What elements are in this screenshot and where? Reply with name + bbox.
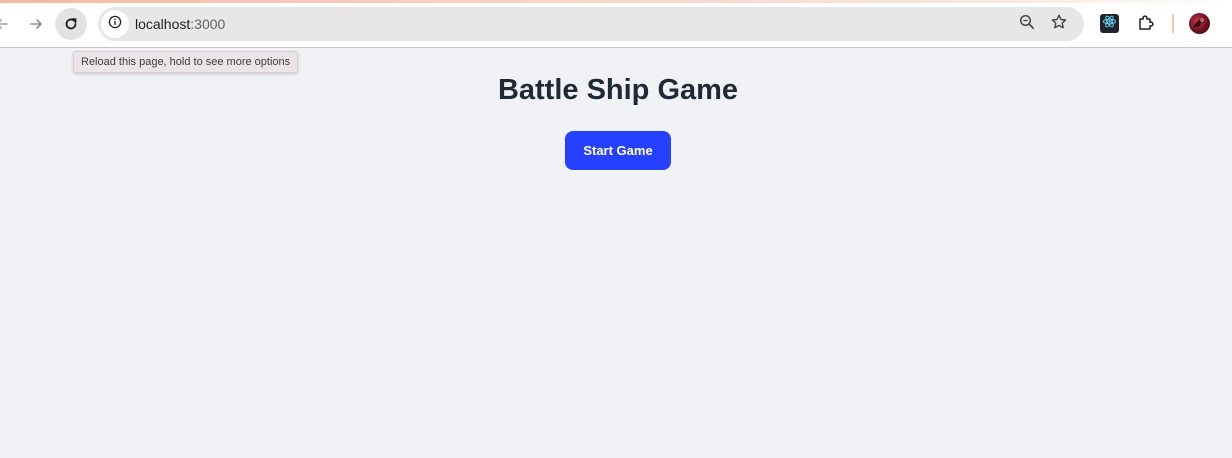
url-port: :3000 [190,16,226,32]
toolbar-divider [1172,14,1174,33]
react-icon [1102,14,1117,34]
page-title: Battle Ship Game [497,74,739,106]
bookmark-button[interactable] [1049,14,1069,34]
zoom-button[interactable] [1017,14,1037,34]
react-devtools-button[interactable] [1100,14,1119,33]
site-info-button[interactable] [101,10,129,38]
address-bar[interactable]: localhost:3000 [98,7,1084,41]
extensions-button[interactable] [1136,13,1156,33]
forward-button[interactable] [20,8,52,40]
start-game-button[interactable]: Start Game [565,131,671,170]
star-icon [1050,13,1068,36]
back-button[interactable] [0,8,18,40]
url-host: localhost [135,16,191,32]
reload-tooltip: Reload this page, hold to see more optio… [73,51,299,73]
zoom-icon [1018,13,1036,36]
info-icon [108,15,122,34]
arrow-left-icon [0,16,10,32]
reload-button[interactable] [55,8,87,40]
puzzle-icon [1136,15,1156,37]
url-text[interactable]: localhost:3000 [135,16,225,32]
avatar[interactable] [1189,13,1210,34]
reload-icon [63,16,79,32]
tab-strip-edge [0,0,1232,3]
browser-toolbar: localhost:3000 [0,0,1232,48]
arrow-right-icon [28,16,44,32]
